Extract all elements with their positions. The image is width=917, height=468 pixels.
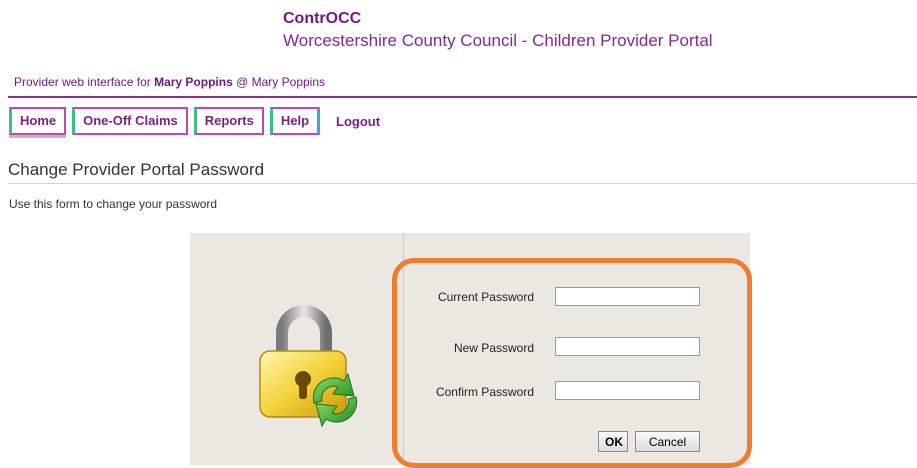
logout-link[interactable]: Logout (326, 111, 390, 132)
nav-help-tab[interactable]: Help (269, 107, 321, 135)
padlock-refresh-icon (259, 305, 358, 428)
new-password-label: New Password (453, 341, 534, 355)
ok-button[interactable]: OK (598, 431, 628, 452)
provider-separator: @ (236, 75, 249, 89)
cancel-button[interactable]: Cancel (635, 431, 700, 452)
provider-info-prefix: Provider web interface for (14, 75, 151, 89)
nav-one-off-claims-tab[interactable]: One-Off Claims (72, 107, 188, 135)
header-divider (8, 96, 917, 98)
new-password-input[interactable] (555, 337, 700, 356)
provider-name: Mary Poppins (251, 75, 326, 89)
app-name: ContrOCC (283, 10, 362, 27)
title-divider (8, 183, 917, 184)
provider-info: Provider web interface for Mary Poppins … (14, 75, 325, 89)
brand-header: ContrOCC Worcestershire County Council -… (283, 10, 713, 51)
page-intro: Use this form to change your password (9, 197, 218, 211)
nav-reports-tab[interactable]: Reports (193, 107, 264, 135)
current-password-input[interactable] (555, 287, 700, 306)
nav-home-tab[interactable]: Home (9, 107, 67, 135)
confirm-password-input[interactable] (555, 381, 700, 400)
change-password-form: Current Password New Password Confirm Pa… (392, 258, 752, 468)
main-nav: Home One-Off Claims Reports Help Logout (9, 107, 390, 135)
provider-user: Mary Poppins (154, 75, 233, 89)
portal-title: Worcestershire County Council - Children… (283, 31, 713, 50)
current-password-label: Current Password (437, 290, 534, 304)
confirm-password-label: Confirm Password (435, 385, 534, 399)
page-title: Change Provider Portal Password (8, 160, 265, 179)
